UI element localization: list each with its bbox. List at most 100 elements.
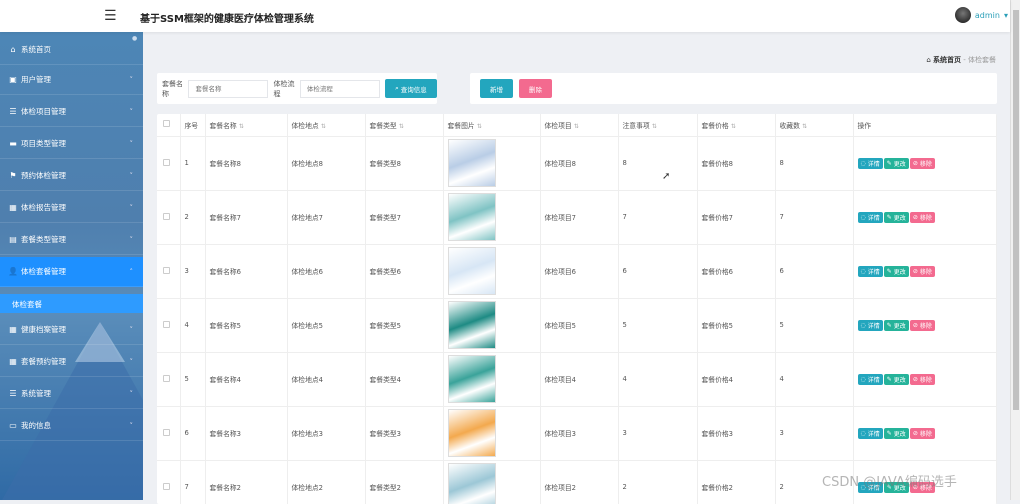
cell-item: 体检项目2 — [540, 460, 619, 504]
column-header[interactable]: 体检项目 ⇅ — [540, 114, 619, 137]
sidebar-item-label: 系统管理 — [21, 389, 51, 398]
package-image[interactable] — [447, 139, 496, 187]
row-checkbox[interactable] — [163, 266, 170, 274]
price-text: 套餐价格5 — [701, 322, 734, 330]
detail-label: 详情 — [867, 160, 880, 168]
remove-button[interactable]: ⊘ 移除 — [909, 373, 935, 385]
cell-select — [157, 406, 181, 461]
sidebar-item-2[interactable]: ☰ 体检项目管理 ˅ — [0, 97, 143, 127]
chevron-down-icon: ˅ — [129, 75, 134, 84]
sort-icon[interactable]: ⇅ — [477, 123, 482, 130]
sidebar-item-6[interactable]: ▤ 套餐类型管理 ˅ — [0, 225, 143, 255]
column-header[interactable]: 套餐类型 ⇅ — [365, 114, 444, 137]
name-text: 套餐名称4 — [209, 376, 242, 384]
item-text: 体检项目8 — [544, 160, 577, 168]
column-header[interactable]: 套餐图片 ⇅ — [443, 114, 541, 137]
sort-icon[interactable]: ⇅ — [321, 123, 326, 130]
column-header[interactable]: 注意事项 ⇅ — [618, 114, 698, 137]
detail-button[interactable]: ◌ 详情 — [857, 481, 883, 493]
detail-button[interactable]: ◌ 详情 — [857, 211, 883, 223]
column-header[interactable]: 体检地点 ⇅ — [287, 114, 366, 137]
package-image[interactable] — [447, 193, 496, 241]
detail-button[interactable]: ◌ 详情 — [857, 319, 883, 331]
detail-button[interactable]: ◌ 详情 — [857, 157, 883, 169]
detail-button[interactable]: ◌ 详情 — [857, 373, 883, 385]
sort-icon[interactable]: ⇅ — [574, 123, 579, 130]
remove-button[interactable]: ⊘ 移除 — [909, 265, 935, 277]
sidebar-item-4[interactable]: ⚑ 预约体检管理 ˅ — [0, 161, 143, 191]
sidebar-item-11[interactable]: ▭ 我的信息 ˅ — [0, 411, 143, 441]
sort-icon[interactable]: ⇅ — [399, 123, 404, 130]
detail-button[interactable]: ◌ 详情 — [857, 265, 883, 277]
sidebar-item-1[interactable]: ▣ 用户管理 ˅ — [0, 65, 143, 95]
detail-button[interactable]: ◌ 详情 — [857, 427, 883, 439]
sidebar-item-9[interactable]: ▦ 套餐预约管理 ˅ — [0, 347, 143, 377]
package-name-input[interactable] — [188, 79, 269, 98]
sort-icon[interactable]: ⇅ — [652, 123, 657, 130]
flow-input[interactable] — [299, 79, 380, 98]
remove-icon: ⊘ — [912, 429, 918, 437]
package-image[interactable] — [447, 301, 496, 349]
sidebar-item-8[interactable]: ▦ 健康档案管理 ˅ — [0, 315, 143, 345]
column-header-label: 收藏数 — [779, 121, 800, 130]
delete-button[interactable]: 删除 — [519, 79, 552, 98]
package-image[interactable] — [447, 463, 496, 504]
breadcrumb-home[interactable]: 系统首页 — [933, 56, 961, 64]
sort-icon[interactable]: ⇅ — [239, 123, 244, 130]
sidebar-item-10[interactable]: ☰ 系统管理 ˅ — [0, 379, 143, 409]
sidebar-item-5[interactable]: ▦ 体检报告管理 ˅ — [0, 193, 143, 223]
column-header[interactable]: 套餐价格 ⇅ — [697, 114, 776, 137]
row-checkbox[interactable] — [163, 374, 170, 382]
row-checkbox[interactable] — [163, 482, 170, 490]
remove-button[interactable]: ⊘ 移除 — [909, 211, 935, 223]
page-scrollbar[interactable] — [1010, 0, 1020, 500]
name-text: 套餐名称5 — [209, 322, 242, 330]
edit-button[interactable]: ✎ 更改 — [883, 481, 909, 493]
select-all-checkbox[interactable] — [163, 120, 170, 128]
sort-icon[interactable]: ⇅ — [731, 123, 736, 130]
remove-button[interactable]: ⊘ 移除 — [909, 427, 935, 439]
sidebar-item-0[interactable]: ⌂ 系统首页 — [0, 35, 143, 65]
place-text: 体检地点8 — [291, 160, 324, 168]
menu-toggle-icon[interactable]: ☰ — [104, 8, 117, 24]
top-header: ☰ 基于SSM框架的健康医疗体检管理系统 admin ▾ — [0, 0, 1010, 32]
add-button[interactable]: 新增 — [480, 79, 513, 98]
row-checkbox[interactable] — [163, 212, 170, 220]
cell-select — [157, 190, 181, 245]
package-image[interactable] — [447, 409, 496, 457]
query-button[interactable]: ⌕ 查询信息 — [384, 79, 437, 98]
table-row: 6 套餐名称3 体检地点3 套餐类型3 体检项目3 3 套餐价格3 3 ◌ 详情 ✎ 更改 ⊘ 移除 — [157, 406, 997, 461]
remove-button[interactable]: ⊘ 移除 — [909, 481, 935, 493]
package-image[interactable] — [447, 247, 496, 295]
fav-text: 4 — [779, 375, 784, 383]
cell-no: 7 — [180, 460, 206, 504]
row-checkbox[interactable] — [163, 158, 170, 166]
edit-button[interactable]: ✎ 更改 — [883, 265, 909, 277]
cell-select — [157, 298, 181, 353]
cell-no: 1 — [180, 136, 206, 191]
edit-button[interactable]: ✎ 更改 — [883, 373, 909, 385]
sidebar-item-label: 套餐预约管理 — [21, 357, 66, 366]
no-text: 5 — [184, 375, 189, 383]
row-checkbox[interactable] — [163, 320, 170, 328]
row-checkbox[interactable] — [163, 428, 170, 436]
remove-label: 移除 — [919, 484, 932, 492]
column-header[interactable]: 套餐名称 ⇅ — [205, 114, 288, 137]
sidebar-subitem-package[interactable]: 体检套餐 — [0, 294, 143, 313]
column-header[interactable]: 收藏数 ⇅ — [775, 114, 854, 137]
scrollbar-thumb[interactable] — [1013, 10, 1019, 410]
user-menu[interactable]: admin ▾ — [954, 7, 1010, 23]
remove-button[interactable]: ⊘ 移除 — [909, 319, 935, 331]
edit-button[interactable]: ✎ 更改 — [883, 157, 909, 169]
edit-button[interactable]: ✎ 更改 — [883, 319, 909, 331]
username: admin — [974, 10, 1000, 20]
package-image[interactable] — [447, 355, 496, 403]
sidebar-item-7[interactable]: 👤 体检套餐管理 ˄ — [0, 257, 143, 287]
remove-button[interactable]: ⊘ 移除 — [909, 157, 935, 169]
sidebar-item-3[interactable]: ▬ 项目类型管理 ˅ — [0, 129, 143, 159]
edit-button[interactable]: ✎ 更改 — [883, 211, 909, 223]
sort-icon[interactable]: ⇅ — [802, 123, 807, 130]
edit-button[interactable]: ✎ 更改 — [883, 427, 909, 439]
cell-type: 套餐类型5 — [365, 298, 444, 353]
detail-label: 详情 — [867, 322, 880, 330]
